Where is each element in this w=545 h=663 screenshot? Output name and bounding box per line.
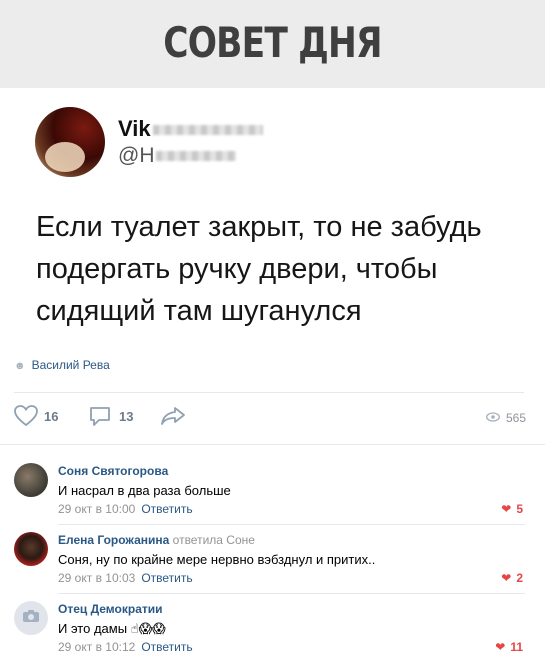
heart-icon: ❤ xyxy=(495,640,506,654)
avatar[interactable] xyxy=(14,532,48,566)
page-title: СОВЕТ ДНЯ xyxy=(163,18,382,67)
comment-meta: 29 окт в 10:03 Ответить xyxy=(58,571,193,585)
like-button[interactable]: 16 xyxy=(14,405,58,427)
comment-meta: 29 окт в 10:12 Ответить xyxy=(58,640,193,654)
reply-link[interactable]: Ответить xyxy=(141,502,192,516)
comment-icon xyxy=(89,405,111,427)
comment-text: Соня, ну по крайне мере нервно вэбзднул … xyxy=(58,552,376,567)
reply-link[interactable]: Ответить xyxy=(141,640,192,654)
post-actions: 16 13 565 xyxy=(14,405,526,431)
share-button[interactable] xyxy=(160,405,186,427)
comment-text: И это дамы ☝😱😱 xyxy=(58,621,166,636)
comment-meta: 29 окт в 10:00 Ответить xyxy=(58,502,193,516)
post-author[interactable]: ☻ Василий Рева xyxy=(14,358,110,372)
heart-icon: ❤ xyxy=(501,502,512,516)
comment-author[interactable]: Елена Горожанина ответила Соне xyxy=(58,533,255,547)
tweet-avatar xyxy=(35,107,105,177)
divider xyxy=(0,444,545,445)
comment-like[interactable]: ❤ 11 xyxy=(495,640,523,654)
heart-icon: ❤ xyxy=(501,571,512,585)
avatar[interactable] xyxy=(14,601,48,635)
tweet-text: Если туалет закрыт, то не забудь подерга… xyxy=(36,211,482,327)
camera-icon xyxy=(22,609,40,628)
comment-author[interactable]: Соня Святогорова xyxy=(58,464,168,478)
eye-icon xyxy=(486,411,500,425)
comment-button[interactable]: 13 xyxy=(89,405,133,427)
tweet-username: Vik xyxy=(118,116,263,142)
avatar[interactable] xyxy=(14,463,48,497)
divider xyxy=(58,524,525,525)
comment-text: И насрал в два раза больше xyxy=(58,483,231,498)
views-counter: 565 xyxy=(486,411,526,425)
divider xyxy=(58,593,525,594)
divider xyxy=(14,392,524,393)
tweet-handle: @H xyxy=(118,144,237,168)
reply-link[interactable]: Ответить xyxy=(141,571,192,585)
emoji: ☝😱😱 xyxy=(130,621,166,636)
share-icon xyxy=(160,405,186,427)
comment-like[interactable]: ❤ 5 xyxy=(501,502,523,516)
user-icon: ☻ xyxy=(14,360,26,372)
comment-like[interactable]: ❤ 2 xyxy=(501,571,523,585)
comment-author[interactable]: Отец Демократии xyxy=(58,602,163,616)
heart-icon xyxy=(14,405,38,427)
